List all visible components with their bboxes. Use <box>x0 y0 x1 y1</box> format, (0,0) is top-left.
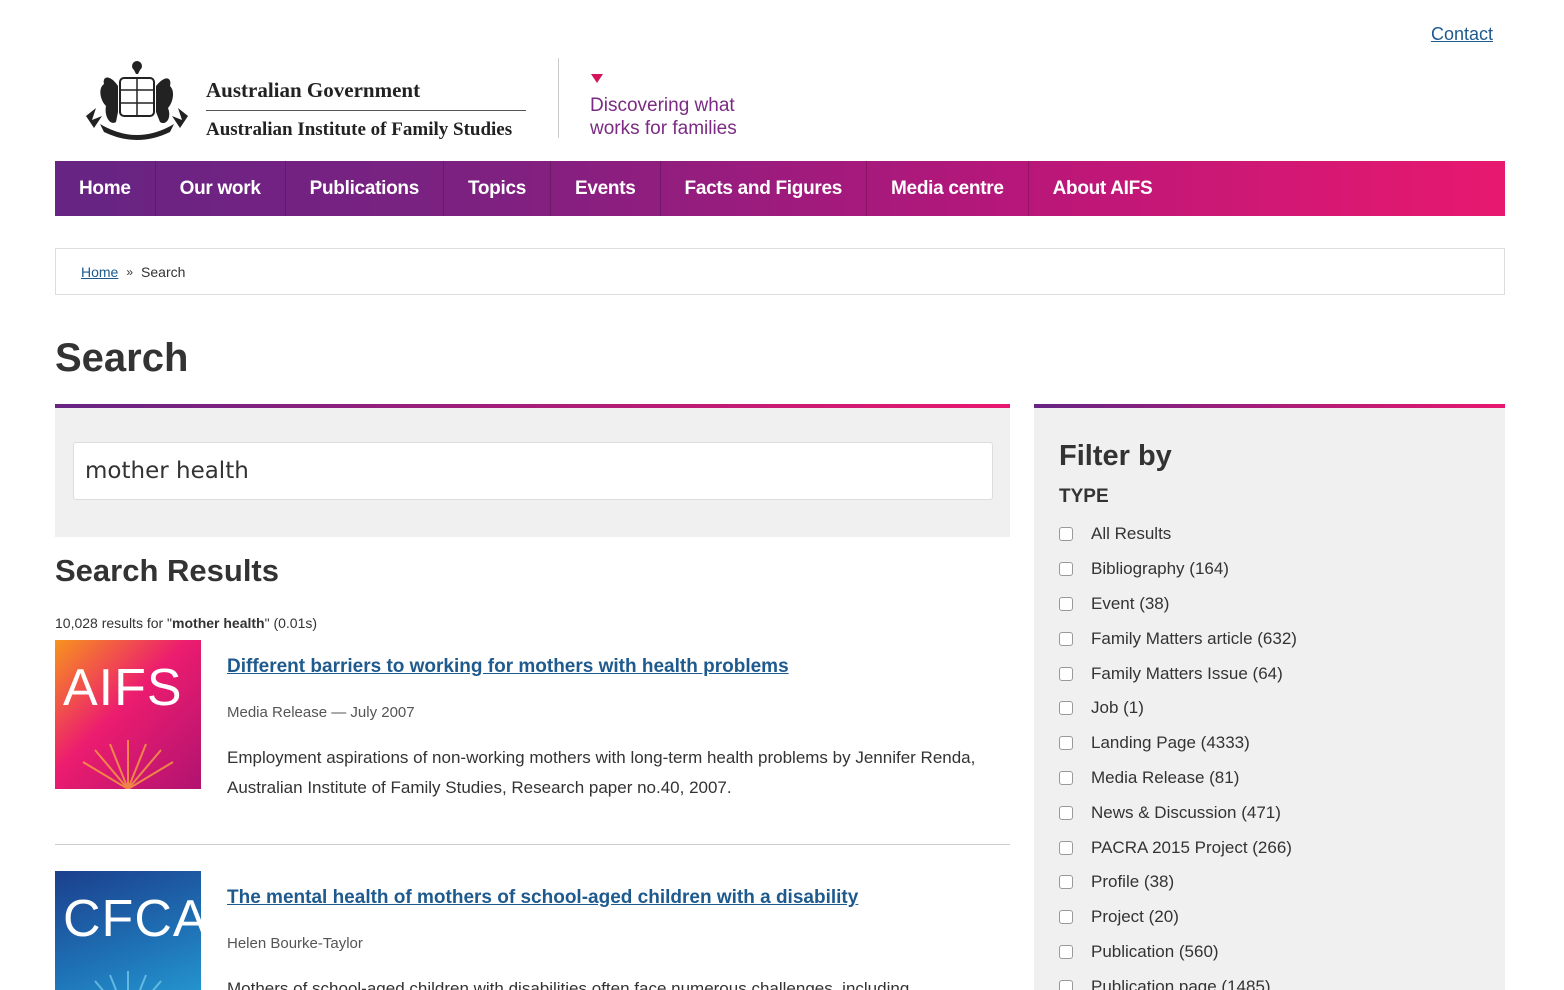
filter-checkbox[interactable] <box>1059 910 1073 925</box>
results-count-suffix: " (0.01s) <box>264 615 318 631</box>
result-thumbnail-cfca[interactable]: CFCA <box>55 871 201 990</box>
filter-checkbox[interactable] <box>1059 840 1073 855</box>
filter-option-label: Job (1) <box>1091 698 1144 718</box>
filter-option-label: Project (20) <box>1091 907 1179 927</box>
filter-option[interactable]: Publication (560) <box>1059 935 1297 970</box>
filter-option-label: Family Matters article (632) <box>1091 628 1297 648</box>
thumbnail-label: CFCA <box>63 890 201 948</box>
institute-name: Australian Institute of Family Studies <box>206 119 513 140</box>
results-count-query: mother health <box>172 615 265 631</box>
filter-checkbox[interactable] <box>1059 875 1073 890</box>
filter-option[interactable]: Job (1) <box>1059 691 1297 726</box>
filter-option-label: Event (38) <box>1091 593 1170 613</box>
filter-title: Filter by <box>1059 440 1172 472</box>
search-panel-accent-bar <box>55 404 1010 408</box>
main-navigation: Home Our work Publications Topics Events… <box>55 161 1505 216</box>
filter-option-label: Bibliography (164) <box>1091 559 1229 579</box>
tagline-line-1: Discovering what <box>590 95 735 116</box>
filter-option[interactable]: News & Discussion (471) <box>1059 795 1297 830</box>
breadcrumb-separator: » <box>126 264 134 279</box>
search-input[interactable]: mother health <box>73 442 993 500</box>
filter-checkbox[interactable] <box>1059 631 1073 646</box>
filter-option[interactable]: Profile (38) <box>1059 865 1297 900</box>
results-count-prefix: 10,028 results for " <box>55 615 173 631</box>
tagline-arrow-icon <box>591 74 603 83</box>
result-meta: Helen Bourke-Taylor <box>227 935 363 952</box>
nav-item-events[interactable]: Events <box>551 161 661 216</box>
filter-checkbox[interactable] <box>1059 805 1073 820</box>
site-header: Australian Government Australian Institu… <box>80 52 780 147</box>
filter-checkbox[interactable] <box>1059 596 1073 611</box>
page-title: Search <box>55 336 189 380</box>
filter-option[interactable]: Landing Page (4333) <box>1059 726 1297 761</box>
results-divider <box>55 844 1010 845</box>
thumbnail-label: AIFS <box>63 659 183 717</box>
nav-item-about-aifs[interactable]: About AIFS <box>1029 161 1177 216</box>
results-heading: Search Results <box>55 553 279 588</box>
filter-checkbox[interactable] <box>1059 701 1073 716</box>
breadcrumb: Home » Search <box>55 248 1505 295</box>
breadcrumb-home-link[interactable]: Home <box>81 264 118 280</box>
government-name: Australian Government <box>206 78 526 111</box>
filter-option[interactable]: Bibliography (164) <box>1059 552 1297 587</box>
filter-option-label: Publication (560) <box>1091 941 1219 961</box>
nav-item-our-work[interactable]: Our work <box>156 161 286 216</box>
filter-checkbox[interactable] <box>1059 770 1073 785</box>
filter-option[interactable]: Event (38) <box>1059 587 1297 622</box>
result-thumbnail-aifs[interactable]: AIFS <box>55 640 201 789</box>
nav-item-topics[interactable]: Topics <box>444 161 552 216</box>
tagline: Discovering what works for families <box>590 94 810 140</box>
nav-item-media-centre[interactable]: Media centre <box>867 161 1029 216</box>
result-item: AIFS Different barriers to working for m… <box>55 640 1010 830</box>
filter-option-label: PACRA 2015 Project (266) <box>1091 837 1292 857</box>
filter-option-label: Family Matters Issue (64) <box>1091 663 1283 683</box>
filter-option-label: News & Discussion (471) <box>1091 802 1281 822</box>
tagline-line-2: works for families <box>590 118 737 139</box>
filter-panel: Filter by TYPE All Results Bibliography … <box>1034 404 1505 990</box>
filter-option[interactable]: Publication page (1485) <box>1059 969 1297 990</box>
filter-checkbox[interactable] <box>1059 944 1073 959</box>
result-description: Mothers of school-aged children with dis… <box>227 979 910 990</box>
filter-checkbox[interactable] <box>1059 979 1073 990</box>
nav-item-facts-and-figures[interactable]: Facts and Figures <box>661 161 868 216</box>
result-description: Employment aspirations of non-working mo… <box>227 748 976 797</box>
filter-option-label: Media Release (81) <box>1091 767 1240 787</box>
breadcrumb-current: Search <box>141 263 186 280</box>
nav-item-home[interactable]: Home <box>55 161 156 216</box>
filter-option[interactable]: PACRA 2015 Project (266) <box>1059 830 1297 865</box>
result-title-link[interactable]: Different barriers to working for mother… <box>227 656 789 678</box>
filter-subtitle: TYPE <box>1059 486 1109 507</box>
filter-option-label: Landing Page (4333) <box>1091 733 1250 753</box>
filter-option-label: All Results <box>1091 524 1172 544</box>
filter-checkbox[interactable] <box>1059 527 1073 542</box>
results-count: 10,028 results for "mother health" (0.01… <box>55 615 317 631</box>
filter-option[interactable]: Media Release (81) <box>1059 761 1297 796</box>
result-item: CFCA The mental health of mothers of sch… <box>55 871 1010 990</box>
search-panel: mother health <box>55 404 1010 537</box>
contact-link[interactable]: Contact <box>1431 24 1493 45</box>
filter-checkbox[interactable] <box>1059 666 1073 681</box>
nav-item-publications[interactable]: Publications <box>286 161 444 216</box>
filter-option[interactable]: All Results <box>1059 517 1297 552</box>
filter-checkbox[interactable] <box>1059 562 1073 577</box>
filter-option-label: Publication page (1485) <box>1091 976 1271 990</box>
filter-option[interactable]: Family Matters Issue (64) <box>1059 656 1297 691</box>
filter-option[interactable]: Project (20) <box>1059 900 1297 935</box>
filter-option-label: Profile (38) <box>1091 872 1175 892</box>
header-divider <box>558 58 559 138</box>
coat-of-arms-logo[interactable] <box>80 56 195 146</box>
filter-options: All Results Bibliography (164) Event (38… <box>1059 517 1297 990</box>
filter-panel-accent-bar <box>1034 404 1505 408</box>
result-title-link[interactable]: The mental health of mothers of school-a… <box>227 887 858 909</box>
filter-option[interactable]: Family Matters article (632) <box>1059 621 1297 656</box>
filter-checkbox[interactable] <box>1059 736 1073 751</box>
result-meta: Media Release — July 2007 <box>227 704 415 721</box>
